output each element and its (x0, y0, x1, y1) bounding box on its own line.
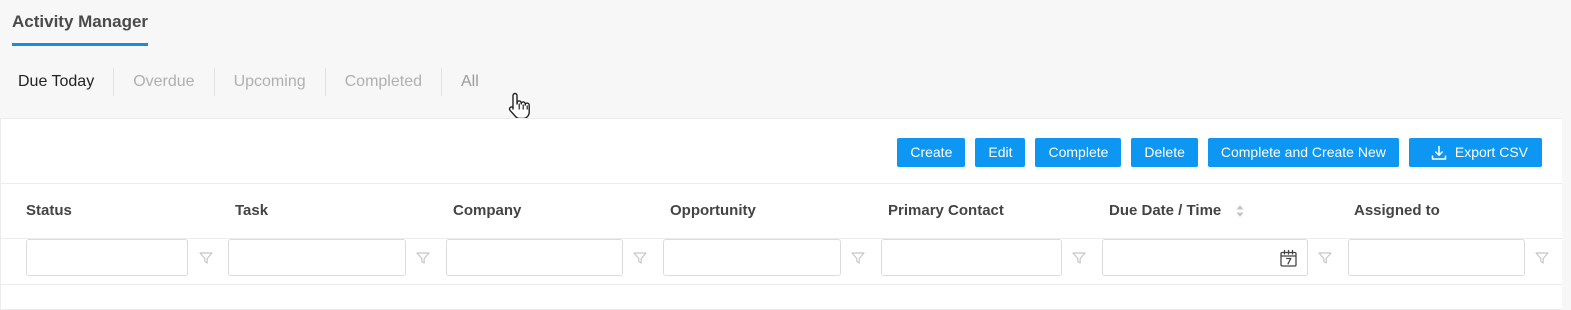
edit-button[interactable]: Edit (975, 138, 1026, 167)
column-header-status[interactable]: Status (26, 184, 72, 238)
column-header-company[interactable]: Company (453, 184, 521, 238)
download-icon (1431, 145, 1447, 160)
due-date-filter-input[interactable] (1102, 239, 1308, 276)
export-csv-label: Export CSV (1454, 144, 1528, 160)
column-header-due-date-label: Due Date / Time (1109, 202, 1222, 219)
column-header-task[interactable]: Task (235, 184, 268, 238)
complete-button[interactable]: Complete (1035, 138, 1122, 167)
delete-button[interactable]: Delete (1131, 138, 1198, 167)
filter-divider (1, 284, 1562, 285)
sort-icon[interactable] (1235, 203, 1245, 219)
filter-icon[interactable] (1535, 251, 1549, 265)
page-title-wrap: Activity Manager (12, 0, 149, 46)
hand-pointer-icon (508, 92, 530, 120)
filter-icon[interactable] (416, 251, 430, 265)
tab-overdue[interactable]: Overdue (113, 68, 213, 96)
filter-icon[interactable] (633, 251, 647, 265)
export-csv-button[interactable]: Export CSV (1408, 138, 1542, 167)
tab-upcoming[interactable]: Upcoming (213, 68, 325, 96)
assigned-to-filter-input[interactable] (1348, 239, 1525, 276)
filter-icon[interactable] (199, 251, 213, 265)
column-header-due-date[interactable]: Due Date / Time (1109, 184, 1245, 238)
filter-icon[interactable] (1072, 251, 1086, 265)
table-header-row: Status Task Company Opportunity Primary … (1, 184, 1562, 238)
tab-completed[interactable]: Completed (324, 68, 441, 96)
complete-and-create-new-button[interactable]: Complete and Create New (1207, 138, 1399, 167)
page-title: Activity Manager (12, 0, 149, 46)
company-filter-input[interactable] (446, 239, 623, 276)
activity-panel: Create Edit Complete Delete Complete and… (0, 118, 1562, 310)
tab-all[interactable]: All (440, 68, 498, 96)
filter-icon[interactable] (1318, 251, 1332, 265)
filter-icon[interactable] (851, 251, 865, 265)
toolbar: Create Edit Complete Delete Complete and… (897, 138, 1542, 167)
activity-tabs: Due Today Overdue Upcoming Completed All (0, 68, 498, 96)
column-header-opportunity[interactable]: Opportunity (670, 184, 756, 238)
opportunity-filter-input[interactable] (663, 239, 841, 276)
tab-due-today[interactable]: Due Today (0, 68, 113, 96)
task-filter-input[interactable] (228, 239, 406, 276)
column-header-assigned-to[interactable]: Assigned to (1354, 184, 1440, 238)
column-header-primary-contact[interactable]: Primary Contact (888, 184, 1004, 238)
calendar-icon[interactable] (1279, 249, 1298, 268)
create-button[interactable]: Create (897, 138, 966, 167)
primary-contact-filter-input[interactable] (881, 239, 1062, 276)
filter-row (1, 239, 1562, 284)
status-filter-input[interactable] (26, 239, 188, 276)
